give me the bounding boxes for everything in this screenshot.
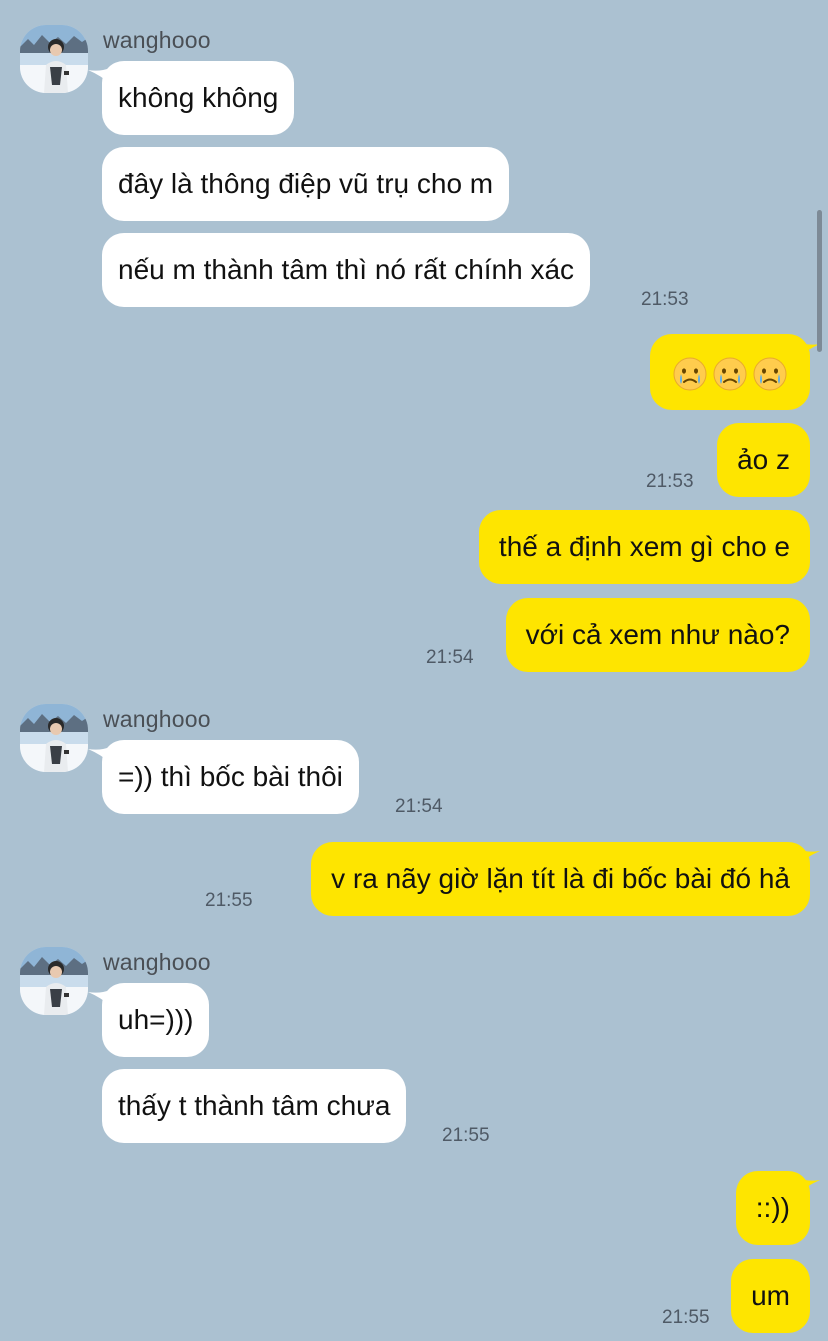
outgoing-message[interactable]: v ra nãy giờ lặn tít là đi bốc bài đó hả <box>311 842 810 916</box>
outgoing-emoji-message[interactable] <box>650 334 810 410</box>
profile-photo-snow-icon <box>20 704 88 772</box>
profile-avatar[interactable] <box>20 947 88 1015</box>
outgoing-message[interactable]: với cả xem như nào? <box>505 598 810 672</box>
crying-face-icon <box>672 356 708 392</box>
message-timestamp: 21:55 <box>205 890 253 911</box>
sender-name: wanghooo <box>103 706 211 732</box>
message-timestamp: 21:55 <box>442 1125 490 1146</box>
scrollbar[interactable] <box>817 210 822 352</box>
outgoing-message[interactable]: ::)) <box>735 1171 810 1245</box>
message-timestamp: 21:54 <box>395 796 443 817</box>
message-timestamp: 21:54 <box>426 647 474 668</box>
outgoing-message[interactable]: ảo z <box>717 423 810 497</box>
outgoing-message[interactable]: um <box>731 1259 810 1333</box>
incoming-message[interactable]: đây là thông điệp vũ trụ cho m <box>102 147 510 221</box>
crying-face-icon <box>752 356 788 392</box>
message-timestamp: 21:53 <box>646 471 694 492</box>
outgoing-message[interactable]: thế a định xem gì cho e <box>478 510 810 584</box>
sender-name: wanghooo <box>103 27 211 53</box>
incoming-message[interactable]: thấy t thành tâm chưa <box>102 1069 407 1143</box>
profile-avatar[interactable] <box>20 25 88 93</box>
message-timestamp: 21:53 <box>641 289 689 310</box>
sender-name: wanghooo <box>103 949 211 975</box>
incoming-message[interactable]: không không <box>102 61 295 135</box>
profile-avatar[interactable] <box>20 704 88 772</box>
crying-face-icon <box>712 356 748 392</box>
profile-photo-snow-icon <box>20 25 88 93</box>
incoming-message[interactable]: nếu m thành tâm thì nó rất chính xác <box>102 233 591 307</box>
incoming-message[interactable]: uh=))) <box>102 983 210 1057</box>
chat-window[interactable]: wanghooo không không đây là thông điệp v… <box>0 0 828 1341</box>
profile-photo-snow-icon <box>20 947 88 1015</box>
message-timestamp: 21:55 <box>662 1307 710 1328</box>
incoming-message[interactable]: =)) thì bốc bài thôi <box>102 740 359 814</box>
